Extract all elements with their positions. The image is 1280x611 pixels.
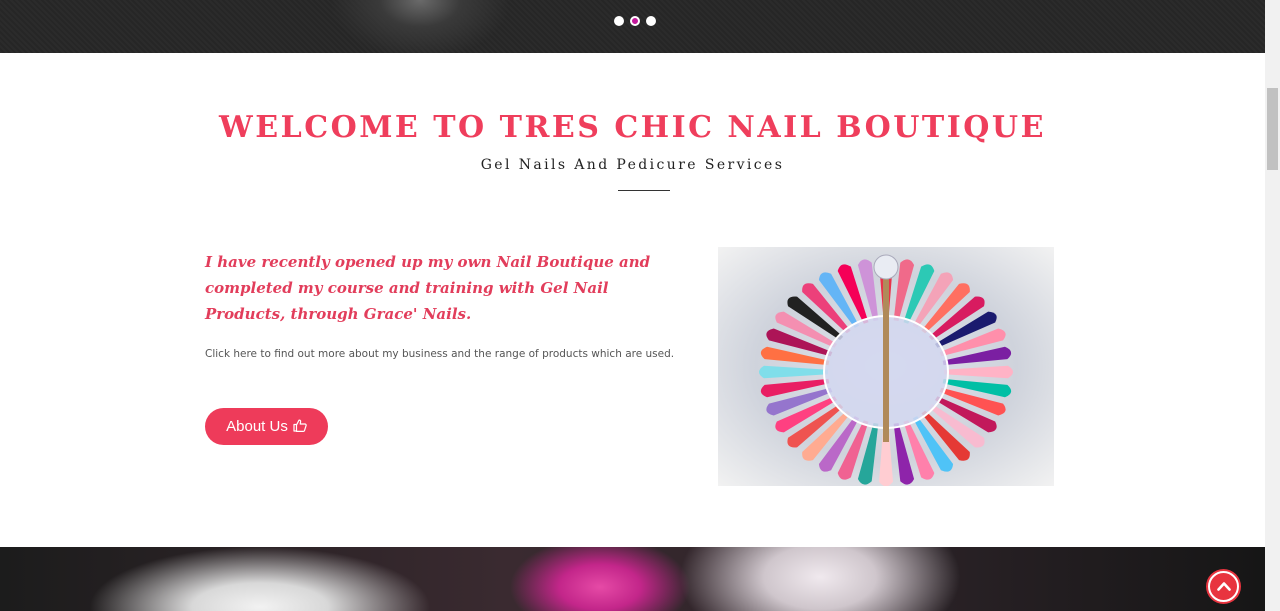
back-to-top-button[interactable] [1208, 571, 1239, 602]
slider-dots [614, 16, 656, 26]
intro-details-text: Click here to find out more about my bus… [205, 348, 675, 360]
intro-lead-text: I have recently opened up my own Nail Bo… [205, 253, 651, 323]
page-subtitle: Gel Nails And Pedicure Services [480, 157, 785, 173]
wheel-knob [873, 254, 899, 280]
slider-dot-2[interactable] [630, 16, 640, 26]
slider-dot-3[interactable] [646, 16, 656, 26]
title-divider [618, 190, 670, 191]
about-us-label: About Us [226, 418, 288, 435]
hero-bottom-image [0, 547, 1265, 611]
nail-swatch [759, 365, 828, 379]
hero-slider [0, 0, 1265, 53]
chevron-up-icon [1216, 578, 1231, 596]
about-us-button[interactable]: About Us [205, 408, 328, 445]
nail-swatch [944, 365, 1013, 379]
scrollbar[interactable] [1265, 0, 1280, 611]
scrollbar-thumb[interactable] [1267, 88, 1278, 170]
thumbs-up-icon [293, 419, 307, 434]
page-title: WELCOME TO TRES CHIC NAIL BOUTIQUE [219, 110, 1046, 145]
nail-color-wheel-image [718, 247, 1054, 486]
slider-dot-1[interactable] [614, 16, 624, 26]
wheel-stand-pole [883, 267, 889, 442]
